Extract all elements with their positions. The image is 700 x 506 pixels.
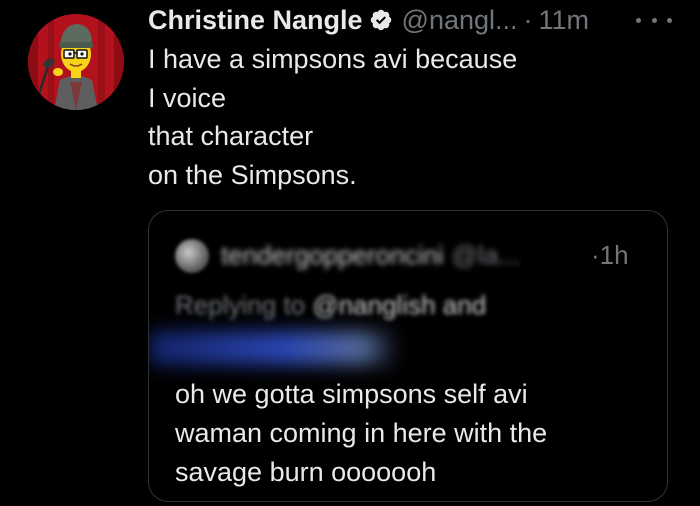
quoted-author-handle: @la... <box>451 240 520 270</box>
quoted-header-separator: · <box>591 240 600 270</box>
author-display-name[interactable]: Christine Nangle <box>148 2 363 38</box>
quoted-tweet-timestamp: ·1h <box>591 235 629 275</box>
redacted-mention-line <box>149 331 399 365</box>
simpsons-character-avatar-image <box>28 14 124 110</box>
quoted-tweet-header: tendergopperoncini @la... <box>221 235 520 275</box>
more-dot-1 <box>636 17 641 23</box>
tweet-text-line: I voice <box>148 82 227 113</box>
tweet-text-line: I have a simpsons avi because <box>148 44 518 74</box>
replying-to-handles: @nanglish <box>312 290 436 320</box>
tweet-timestamp[interactable]: 11m <box>539 2 590 38</box>
replying-to-line: Replying to @nanglish and <box>175 287 486 323</box>
more-dot-3 <box>667 17 672 23</box>
tweet-text-line: on the Simpsons. <box>148 159 357 190</box>
quoted-author-avatar <box>175 239 209 273</box>
quoted-text-line: waman coming in here with the <box>175 418 548 448</box>
quoted-time: 1h <box>599 240 629 270</box>
author-handle[interactable]: @nangl... <box>402 2 518 38</box>
verified-badge-icon <box>370 9 391 31</box>
tweet-body: I have a simpsons avi because I voice th… <box>148 40 648 194</box>
quoted-tweet-body: oh we gotta simpsons self avi waman comi… <box>175 375 645 492</box>
more-dot-2 <box>651 17 657 23</box>
header-separator: · <box>523 5 533 35</box>
quoted-text-line: oh we gotta simpsons self avi <box>175 379 528 409</box>
tweet-header: Christine Nangle @nangl... · 11m <box>148 2 589 38</box>
quoted-text-line: savage burn ooooooh <box>175 457 437 487</box>
more-options-icon[interactable] <box>636 6 672 34</box>
replying-to-and: and <box>442 290 487 320</box>
tweet-text-line: that character <box>148 121 314 151</box>
quoted-author-name: tendergopperoncini <box>221 240 444 270</box>
replying-to-prefix: Replying to <box>175 290 306 320</box>
quoted-tweet-card[interactable]: tendergopperoncini @la... ·1h Replying to… <box>148 210 668 502</box>
author-avatar[interactable] <box>28 14 124 110</box>
